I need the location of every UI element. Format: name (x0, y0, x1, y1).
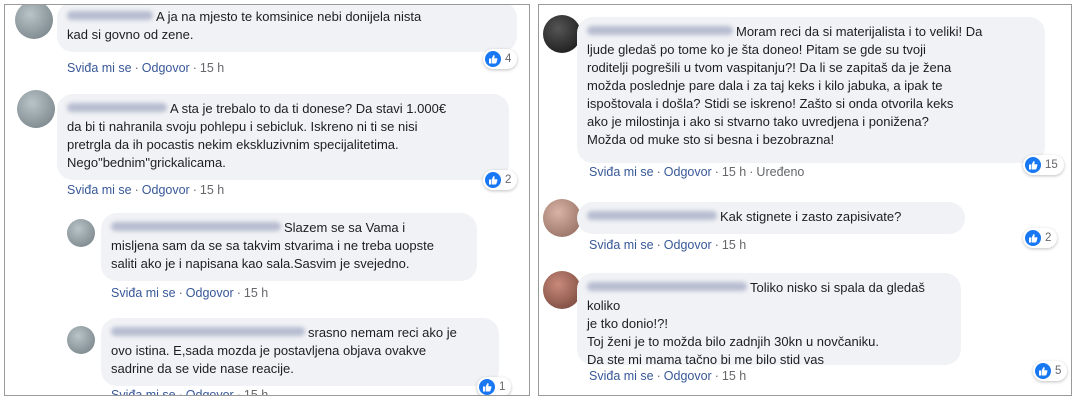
timestamp[interactable]: 15 h (722, 369, 746, 383)
like-icon (1025, 157, 1041, 173)
comment-actions: Sviđa mi se · Odgovor · 15 h (111, 286, 269, 300)
commenter-name-blurred[interactable] (587, 282, 747, 291)
like-icon (1035, 363, 1051, 379)
like-link[interactable]: Sviđa mi se (589, 369, 654, 383)
comment-bubble: srasno nemam reci ako je ovo istina. E,s… (101, 318, 499, 386)
reaction-number: 15 (1045, 159, 1058, 171)
comment-text: Toliko nisko si spala da gledaš koliko j… (587, 280, 925, 367)
reaction-number: 1 (499, 381, 506, 393)
reaction-count[interactable]: 2 (1023, 228, 1058, 248)
reply-link[interactable]: Odgovor (664, 165, 712, 179)
comment-bubble: Toliko nisko si spala da gledaš koliko j… (577, 273, 961, 367)
like-link[interactable]: Sviđa mi se (589, 238, 654, 252)
avatar[interactable] (543, 271, 581, 309)
commenter-name-blurred[interactable] (111, 327, 305, 336)
avatar[interactable] (543, 199, 581, 237)
commenter-name-blurred[interactable] (111, 222, 281, 231)
timestamp[interactable]: 15 h (200, 61, 224, 75)
like-icon (479, 379, 495, 395)
avatar[interactable] (67, 219, 95, 247)
avatar[interactable] (67, 326, 95, 354)
timestamp[interactable]: 15 h (722, 165, 746, 179)
reply-link[interactable]: Odgovor (186, 286, 234, 300)
comment-bubble: A sta je trebalo to da ti donese? Da sta… (57, 94, 509, 180)
like-link[interactable]: Sviđa mi se (111, 286, 176, 300)
comment-actions: Sviđa mi se · Odgovor · 15 h (589, 238, 747, 252)
reaction-number: 5 (1055, 365, 1062, 377)
commenter-name-blurred[interactable] (67, 11, 153, 20)
comment-bubble: A ja na mjesto te komsinice nebi donijel… (57, 5, 517, 52)
comment-actions: Sviđa mi se · Odgovor · 15 h (67, 61, 225, 75)
reaction-count[interactable]: 15 (1023, 155, 1064, 175)
comments-panel-right: Moram reci da si materijalista i to veli… (538, 4, 1072, 396)
reply-link[interactable]: Odgovor (664, 238, 712, 252)
timestamp[interactable]: 15 h (200, 183, 224, 197)
avatar[interactable] (543, 15, 581, 53)
avatar[interactable] (17, 90, 55, 128)
reaction-number: 2 (505, 174, 512, 186)
comments-panel-left: A ja na mjesto te komsinice nebi donijel… (4, 4, 530, 396)
like-link[interactable]: Sviđa mi se (111, 388, 176, 395)
comment-bubble: Slazem se sa Vama i misljena sam da se s… (101, 213, 477, 281)
comment-text: Kak stignete i zasto zapisivate? (720, 209, 902, 224)
commenter-name-blurred[interactable] (587, 26, 733, 35)
comment-bubble: Kak stignete i zasto zapisivate? (577, 202, 965, 234)
reply-link[interactable]: Odgovor (142, 61, 190, 75)
comment-text: Moram reci da si materijalista i to veli… (587, 24, 983, 147)
reaction-count[interactable]: 1 (477, 377, 512, 395)
like-link[interactable]: Sviđa mi se (67, 183, 132, 197)
reaction-count[interactable]: 5 (1033, 361, 1068, 381)
comment-actions: Sviđa mi se · Odgovor · 15 h (67, 183, 225, 197)
like-icon (485, 172, 501, 188)
timestamp[interactable]: 15 h (244, 286, 268, 300)
reply-link[interactable]: Odgovor (186, 388, 234, 395)
timestamp[interactable]: 15 h (722, 238, 746, 252)
reaction-count[interactable]: 2 (483, 170, 518, 190)
avatar[interactable] (15, 5, 53, 39)
edited-label[interactable]: Uređeno (756, 165, 804, 179)
like-link[interactable]: Sviđa mi se (589, 165, 654, 179)
comment-actions: Sviđa mi se · Odgovor · 15 h (589, 369, 747, 383)
like-link[interactable]: Sviđa mi se (67, 61, 132, 75)
reply-link[interactable]: Odgovor (142, 183, 190, 197)
comment-actions: Sviđa mi se · Odgovor · 15 h (111, 388, 268, 395)
comment-actions: Sviđa mi se · Odgovor · 15 h · Uređeno (589, 165, 805, 179)
commenter-name-blurred[interactable] (67, 103, 167, 112)
timestamp[interactable]: 15 h (244, 388, 268, 395)
reaction-number: 2 (1045, 232, 1052, 244)
like-icon (485, 51, 501, 67)
reaction-count[interactable]: 4 (483, 49, 518, 69)
like-icon (1025, 230, 1041, 246)
reaction-number: 4 (505, 53, 512, 65)
comment-bubble: Moram reci da si materijalista i to veli… (577, 17, 1045, 163)
commenter-name-blurred[interactable] (587, 211, 717, 220)
reply-link[interactable]: Odgovor (664, 369, 712, 383)
